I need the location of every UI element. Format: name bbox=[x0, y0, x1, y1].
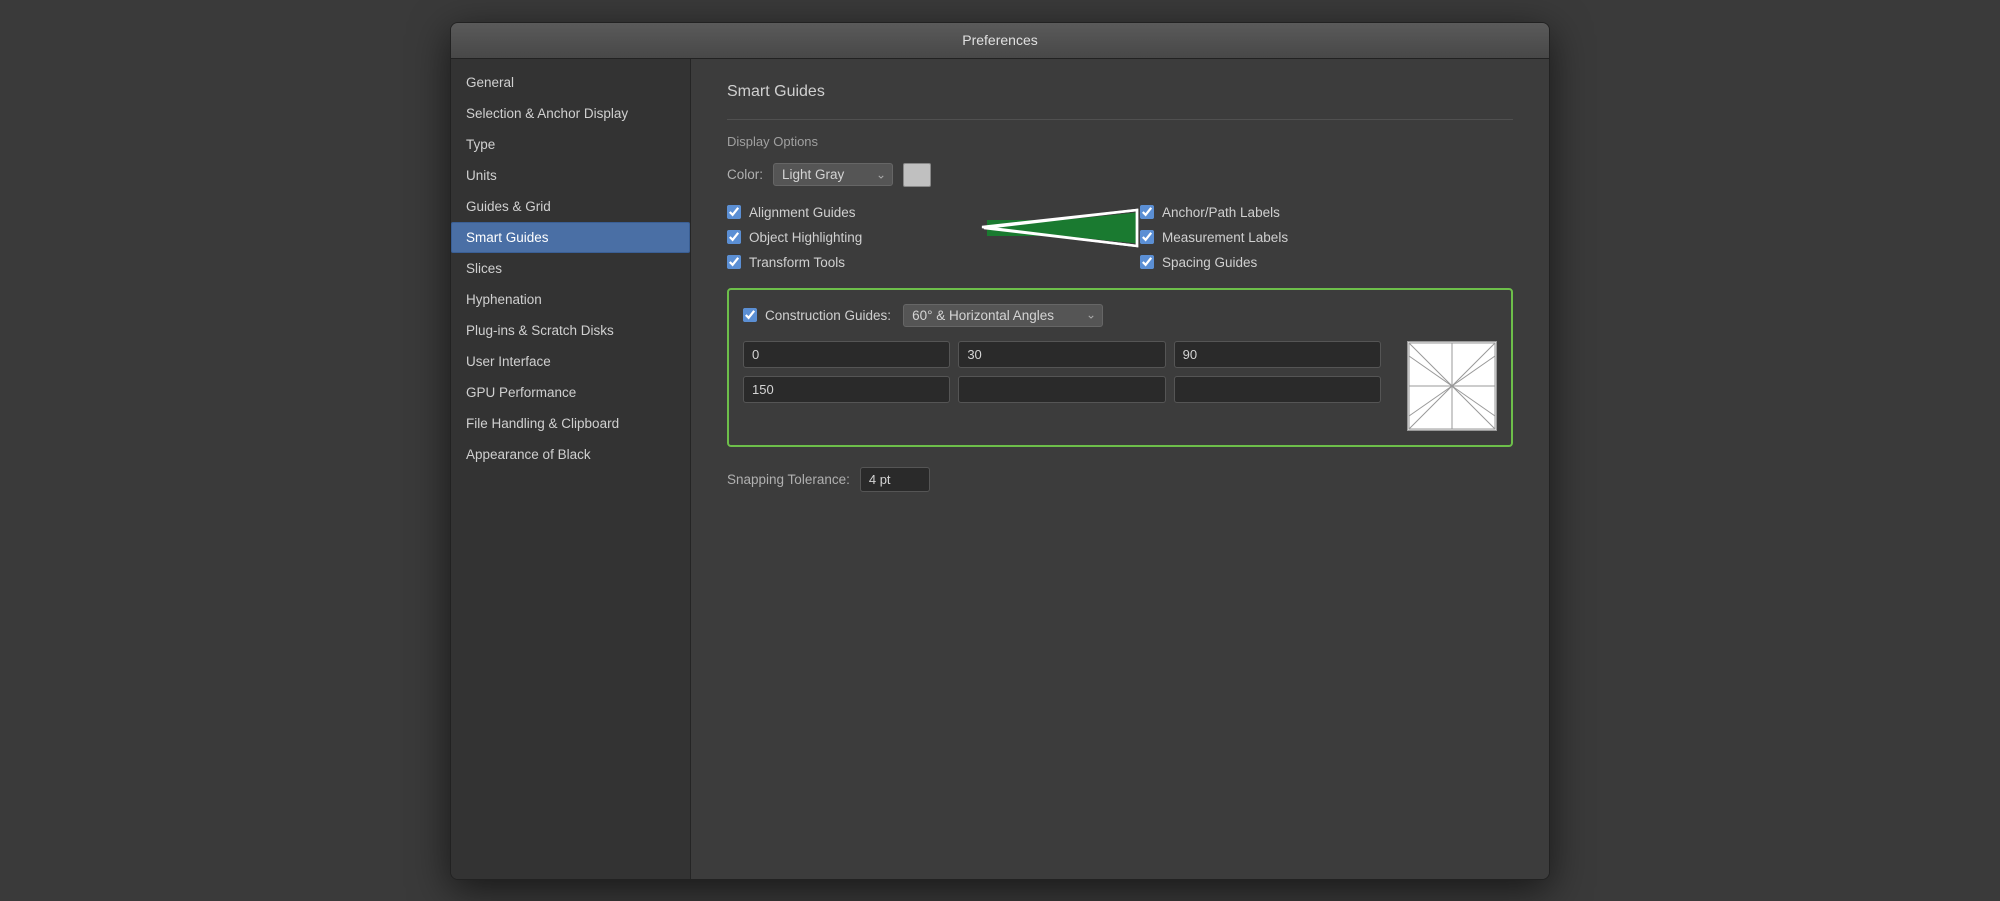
snapping-input[interactable] bbox=[860, 467, 930, 492]
checkbox-item-alignment-guides[interactable]: Alignment Guides bbox=[727, 205, 1100, 220]
angle-input-5[interactable] bbox=[1174, 376, 1381, 403]
sidebar-item-user-interface[interactable]: User Interface bbox=[451, 346, 690, 377]
checkbox-measurement-labels[interactable] bbox=[1140, 230, 1154, 244]
checkbox-label-measurement-labels: Measurement Labels bbox=[1162, 230, 1288, 245]
sidebar-item-general[interactable]: General bbox=[451, 67, 690, 98]
checkbox-item-spacing-guides[interactable]: Spacing Guides bbox=[1140, 255, 1513, 270]
sidebar-item-slices[interactable]: Slices bbox=[451, 253, 690, 284]
angle-input-4[interactable] bbox=[958, 376, 1165, 403]
section-title: Smart Guides bbox=[727, 83, 1513, 101]
checkbox-item-transform-tools[interactable]: Transform Tools bbox=[727, 255, 1100, 270]
checkbox-anchor-path-labels[interactable] bbox=[1140, 205, 1154, 219]
sidebar-item-smart-guides[interactable]: Smart Guides bbox=[451, 222, 690, 253]
display-options-label: Display Options bbox=[727, 134, 1513, 149]
color-dropdown[interactable]: Light GrayCyanMagentaYellowRedGreenBlueM… bbox=[773, 163, 893, 186]
construction-guides-label: Construction Guides: bbox=[765, 308, 891, 323]
checkbox-label-object-highlighting: Object Highlighting bbox=[749, 230, 862, 245]
checkbox-label-transform-tools: Transform Tools bbox=[749, 255, 845, 270]
color-dropdown-wrapper[interactable]: Light GrayCyanMagentaYellowRedGreenBlueM… bbox=[773, 163, 893, 186]
color-row: Color: Light GrayCyanMagentaYellowRedGre… bbox=[727, 163, 1513, 187]
sidebar-item-hyphenation[interactable]: Hyphenation bbox=[451, 284, 690, 315]
color-swatch[interactable] bbox=[903, 163, 931, 187]
angle-input-3[interactable] bbox=[743, 376, 950, 403]
color-label: Color: bbox=[727, 167, 763, 182]
checkbox-item-object-highlighting[interactable]: Object Highlighting bbox=[727, 230, 1100, 245]
angle-input-1[interactable] bbox=[958, 341, 1165, 368]
angle-visual bbox=[1407, 341, 1497, 431]
checkbox-object-highlighting[interactable] bbox=[727, 230, 741, 244]
checkbox-label-anchor-path-labels: Anchor/Path Labels bbox=[1162, 205, 1280, 220]
angles-grid bbox=[743, 341, 1497, 431]
checkboxes-grid: Alignment Guides Anchor/Path Labels Object… bbox=[727, 205, 1513, 270]
checkbox-label-spacing-guides: Spacing Guides bbox=[1162, 255, 1257, 270]
window-title: Preferences bbox=[962, 32, 1037, 48]
construction-guides-checkbox[interactable] bbox=[743, 308, 757, 322]
construction-guides-header: Construction Guides: 90° Angles45° Angle… bbox=[743, 304, 1497, 327]
checkbox-spacing-guides[interactable] bbox=[1140, 255, 1154, 269]
construction-dropdown-wrapper[interactable]: 90° Angles45° Angles60° & Horizontal Ang… bbox=[903, 304, 1103, 327]
checkbox-item-anchor-path-labels[interactable]: Anchor/Path Labels bbox=[1140, 205, 1513, 220]
sidebar: GeneralSelection & Anchor DisplayTypeUni… bbox=[451, 59, 691, 879]
checkbox-item-measurement-labels[interactable]: Measurement Labels bbox=[1140, 230, 1513, 245]
checkbox-transform-tools[interactable] bbox=[727, 255, 741, 269]
snapping-label: Snapping Tolerance: bbox=[727, 472, 850, 487]
divider-top bbox=[727, 119, 1513, 120]
window-body: GeneralSelection & Anchor DisplayTypeUni… bbox=[451, 59, 1549, 879]
preferences-window: Preferences GeneralSelection & Anchor Di… bbox=[450, 22, 1550, 880]
checkbox-alignment-guides[interactable] bbox=[727, 205, 741, 219]
angles-inputs bbox=[743, 341, 1381, 403]
checkboxes-section: Alignment Guides Anchor/Path Labels Object… bbox=[727, 205, 1513, 270]
title-bar: Preferences bbox=[451, 23, 1549, 59]
sidebar-item-units[interactable]: Units bbox=[451, 160, 690, 191]
construction-guides-box: Construction Guides: 90° Angles45° Angle… bbox=[727, 288, 1513, 447]
snapping-row: Snapping Tolerance: bbox=[727, 467, 1513, 492]
construction-dropdown[interactable]: 90° Angles45° Angles60° & Horizontal Ang… bbox=[903, 304, 1103, 327]
sidebar-item-file-handling[interactable]: File Handling & Clipboard bbox=[451, 408, 690, 439]
angle-input-2[interactable] bbox=[1174, 341, 1381, 368]
sidebar-item-guides-grid[interactable]: Guides & Grid bbox=[451, 191, 690, 222]
sidebar-item-plugins[interactable]: Plug-ins & Scratch Disks bbox=[451, 315, 690, 346]
sidebar-item-appearance-black[interactable]: Appearance of Black bbox=[451, 439, 690, 470]
main-content: Smart Guides Display Options Color: Ligh… bbox=[691, 59, 1549, 879]
sidebar-item-type[interactable]: Type bbox=[451, 129, 690, 160]
sidebar-item-gpu-performance[interactable]: GPU Performance bbox=[451, 377, 690, 408]
angle-diagram-svg bbox=[1408, 342, 1496, 430]
sidebar-item-selection[interactable]: Selection & Anchor Display bbox=[451, 98, 690, 129]
angle-input-0[interactable] bbox=[743, 341, 950, 368]
checkbox-label-alignment-guides: Alignment Guides bbox=[749, 205, 856, 220]
